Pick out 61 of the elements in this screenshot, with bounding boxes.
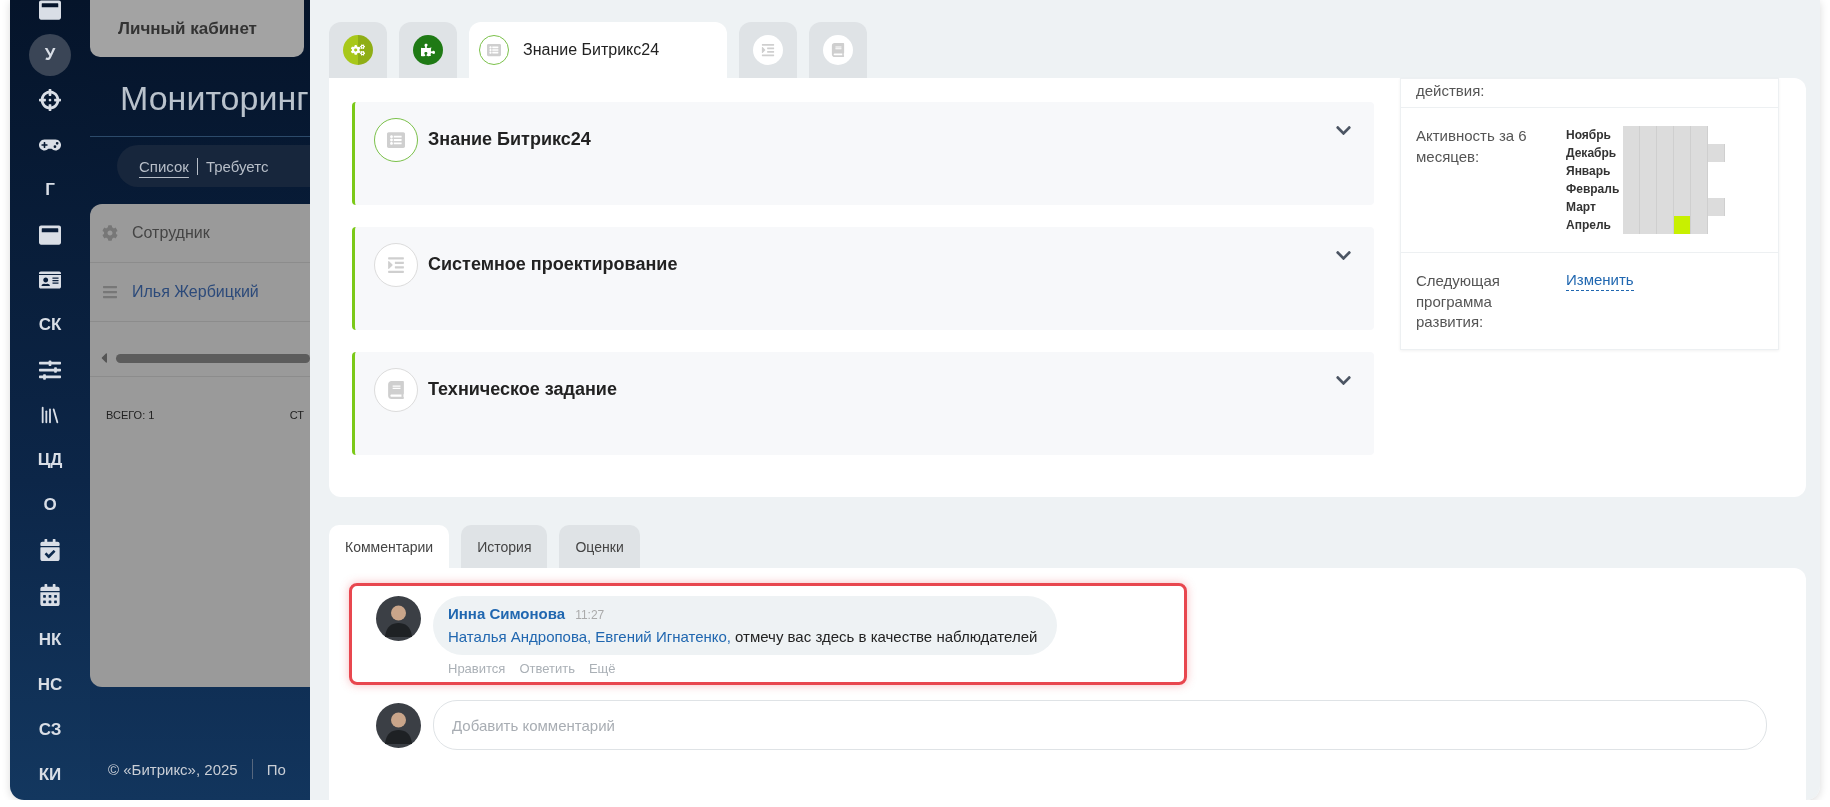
month-label: Апрель [1566, 217, 1612, 235]
scrollbar-thumb[interactable] [116, 353, 310, 363]
avatar [376, 702, 421, 748]
panel-tab[interactable] [399, 22, 457, 78]
id-card-icon[interactable] [39, 268, 61, 291]
accordion-section[interactable]: Техническое задание [352, 352, 1374, 455]
sidebar-item[interactable]: КИ [29, 753, 71, 796]
comment-input[interactable]: Добавить комментарий [433, 700, 1767, 751]
filter-tab[interactable]: Список [139, 157, 198, 175]
section-title: Системное проектирование [428, 254, 679, 275]
puzzle-icon [413, 35, 443, 65]
sidebar-item[interactable]: СК [29, 303, 71, 346]
section-title: Техническое задание [428, 379, 618, 400]
indent-icon [753, 35, 783, 65]
sidebar-item[interactable]: СЗ [29, 708, 71, 751]
calendar-check-icon[interactable] [39, 538, 61, 561]
info-label: действия: [1416, 81, 1486, 101]
info-label: Активность за 6 месяцев: [1416, 126, 1528, 167]
drag-handle-icon[interactable] [102, 284, 118, 300]
month-label: Январь [1566, 163, 1612, 181]
comments-tab[interactable]: История [461, 525, 548, 569]
page-header-card: Личный кабинет [90, 0, 304, 57]
tab-label: Знание Битрикс24 [523, 41, 660, 59]
sidebar-item[interactable]: ЦД [29, 438, 71, 481]
total-count: ВСЕГО: 1 [106, 409, 155, 421]
comment-time: 11:27 [575, 608, 605, 623]
window-icon[interactable] [39, 223, 61, 246]
list-icon [479, 35, 509, 65]
sidebar-item[interactable]: О [29, 483, 71, 526]
table-text: СТ [289, 409, 304, 421]
avatar [376, 596, 421, 642]
copyright-text: © «Битрикс», 2025 [108, 760, 238, 778]
info-label: Следующая программа развития: [1416, 271, 1501, 332]
sidebar-item[interactable]: У [29, 33, 71, 76]
month-label: Ноябрь [1566, 127, 1612, 145]
comments-tab[interactable]: Оценки [559, 525, 640, 569]
mention-link[interactable]: Наталья Андропова, [448, 628, 592, 646]
filter-tab[interactable]: Требуетс [205, 157, 277, 175]
footer-link[interactable]: По [266, 760, 286, 778]
accordion-section[interactable]: Системное проектирование [352, 227, 1374, 330]
column-header: Сотрудник [132, 224, 210, 242]
sidebar-item[interactable]: Г [29, 168, 71, 211]
calendar-icon[interactable] [39, 583, 61, 606]
crosshair-icon[interactable] [39, 88, 61, 111]
section-title: Знание Битрикс24 [428, 129, 592, 150]
author-link[interactable]: Инна Симонова [448, 605, 566, 623]
comment-text: Наталья Андропова, Евгений Игнатенко, отмечу вас здесь в качестве наблюдателей [448, 628, 1038, 646]
month-label: Март [1566, 199, 1597, 217]
month-label: Февраль [1566, 181, 1620, 199]
sidebar-item[interactable]: НК [29, 618, 71, 661]
accordion-section[interactable]: Знание Битрикс24 [352, 102, 1374, 205]
mention-link[interactable]: Евгений Игнатенко, [595, 628, 732, 646]
window-icon[interactable] [39, 0, 61, 21]
gears-icon [343, 35, 373, 65]
month-label: Декабрь [1566, 145, 1618, 163]
panel-tab[interactable]: Знание Битрикс24 [469, 22, 727, 78]
comments-tab[interactable]: Комментарии [329, 525, 450, 569]
change-link[interactable]: Изменить [1566, 271, 1634, 292]
sidebar-item[interactable]: НС [29, 663, 71, 706]
sliders-icon[interactable] [39, 358, 61, 381]
book-icon [823, 35, 853, 65]
